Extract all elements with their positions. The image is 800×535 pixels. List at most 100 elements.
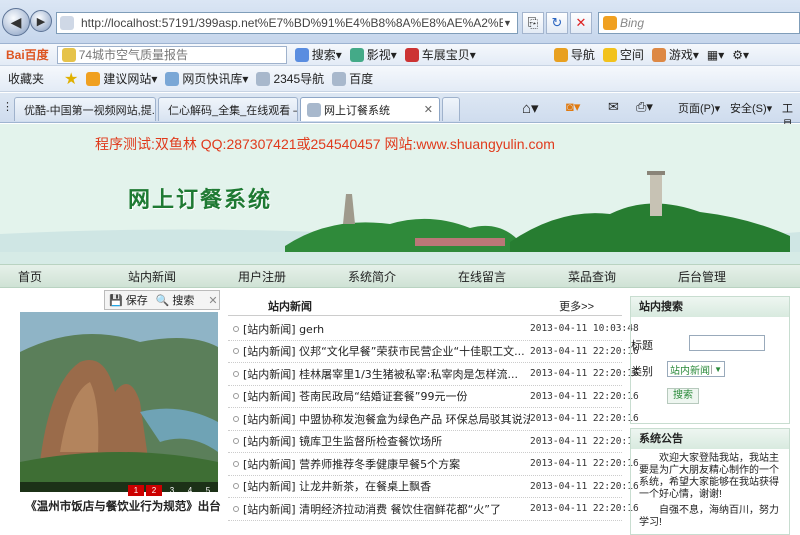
page-menu-label: 页面(P) — [678, 103, 715, 115]
tab-drama[interactable]: 仁心解码_全集_在线观看 –... — [158, 97, 298, 121]
news-row[interactable]: [站内新闻] 桂林屠宰里1/3生猪被私宰:私宰肉是怎样流... 2013-04-1… — [228, 363, 639, 386]
news-row[interactable]: [站内新闻] 镜库卫生监督所检查餐饮场所 2013-04-11 22:20:16 — [228, 431, 639, 453]
save-icon[interactable]: 💾 — [109, 294, 123, 307]
grid-icon[interactable]: ▦▾ — [707, 48, 724, 62]
slide-dot[interactable]: 5 — [200, 485, 216, 496]
floating-toolbar: 💾 保存 🔍 搜索 ✕ — [104, 290, 220, 310]
slideshow-image[interactable] — [20, 312, 218, 492]
news-row[interactable]: [站内新闻] 让龙井新茶，在餐桌上飘香 2013-04-11 22:20:16 — [228, 476, 639, 498]
fav-item-webslice[interactable]: 网页快讯库 ▾ — [165, 70, 248, 87]
game-label: 游戏 — [668, 48, 693, 62]
news-link[interactable]: [站内新闻] gerh — [243, 321, 530, 337]
refresh-icon[interactable]: ↻ — [546, 12, 568, 34]
back-button[interactable]: ◀ — [2, 8, 30, 36]
nav-admin[interactable]: 后台管理 — [660, 268, 770, 285]
site-icon — [86, 71, 101, 86]
tab-list-icon[interactable]: ⋮ — [2, 100, 13, 113]
site-search-panel: 站内搜索 标题 类别 站内新闻 ▼ 搜索 — [630, 296, 790, 424]
address-bar[interactable]: http://localhost:57191/399asp.net%E7%BD%… — [56, 12, 518, 34]
baidu-search-button[interactable]: 搜索 ▾ — [294, 46, 342, 63]
news-link[interactable]: [站内新闻] 清明经济拉动消费 餐饮住宿鲜花都“火”了 — [243, 501, 530, 517]
close-icon[interactable]: ✕ — [208, 294, 217, 307]
nav-news[interactable]: 站内新闻 — [110, 268, 220, 285]
safety-menu[interactable]: 安全(S)▾ — [730, 100, 772, 116]
stop-icon[interactable]: ✕ — [570, 12, 592, 34]
bullet-icon — [233, 393, 239, 400]
new-tab-button[interactable] — [442, 97, 460, 121]
news-list: [站内新闻] gerh 2013-04-11 10:03:48 [站内新闻] 仪邦… — [228, 318, 639, 521]
slide-dot[interactable]: 1 — [128, 485, 144, 496]
news-link[interactable]: [站内新闻] 苍南民政局“结婚证套餐”99元一份 — [243, 388, 530, 404]
nav-label: 导航 — [570, 48, 595, 62]
type-select[interactable]: 站内新闻 ▼ — [667, 361, 725, 377]
chevron-down-icon[interactable]: ▼ — [711, 364, 724, 374]
chevron-down-icon[interactable]: ▼ — [503, 18, 517, 28]
nav-about[interactable]: 系统简介 — [330, 268, 440, 285]
tab-youku[interactable]: 优酷-中国第一视频网站,提... — [14, 97, 156, 121]
rss-icon[interactable]: ◙▾ — [566, 99, 580, 115]
news-link[interactable]: [站内新闻] 仪邦“文化早餐”荣获市民营企业“十佳职工文... — [243, 343, 530, 359]
baidu-search-input[interactable]: 74城市空气质量报告 — [56, 45, 287, 64]
bullet-icon — [233, 505, 239, 512]
star-icon[interactable]: ★ — [64, 69, 78, 89]
fav-item-2345[interactable]: 2345导航 — [256, 70, 324, 87]
news-link[interactable]: [站内新闻] 让龙井新茶，在餐桌上飘香 — [243, 478, 530, 494]
nav-guestbook[interactable]: 在线留言 — [440, 268, 550, 285]
news-link[interactable]: [站内新闻] 营养师推荐冬季健康早餐5个方案 — [243, 456, 530, 472]
site-banner: 程序测试:双鱼林 QQ:287307421或254540457 网站:www.s… — [0, 124, 800, 264]
type-label: 类别 — [631, 366, 653, 378]
news-row[interactable]: [站内新闻] gerh 2013-04-11 10:03:48 — [228, 318, 639, 341]
fav-item-suggest[interactable]: 建议网站 ▾ — [86, 70, 157, 87]
news-link[interactable]: [站内新闻] 镜库卫生监督所检查餐饮场所 — [243, 433, 530, 449]
page-icon — [256, 71, 271, 86]
news-row[interactable]: [站内新闻] 清明经济拉动消费 餐饮住宿鲜花都“火”了 2013-04-11 22… — [228, 498, 639, 521]
car-button[interactable]: 车展宝贝 ▾ — [404, 46, 476, 63]
nav-register[interactable]: 用户注册 — [220, 268, 330, 285]
fav-item-baidu[interactable]: 百度 — [332, 70, 373, 87]
news-more-link[interactable]: 更多>> — [559, 298, 594, 314]
slide-dot[interactable]: 3 — [164, 485, 180, 496]
float-search-button[interactable]: 搜索 — [172, 292, 194, 308]
film-icon — [349, 47, 364, 62]
news-date: 2013-04-11 22:20:16 — [530, 458, 639, 470]
mail-icon[interactable]: ✉ — [608, 99, 619, 115]
nav-home[interactable]: 首页 — [0, 268, 110, 285]
search-box[interactable]: Bing — [598, 12, 800, 34]
save-button[interactable]: 保存 — [126, 292, 148, 308]
search-submit-button[interactable]: 搜索 — [667, 388, 699, 404]
address-input[interactable]: http://localhost:57191/399asp.net%E7%BD%… — [77, 16, 503, 30]
close-icon[interactable]: ✕ — [424, 103, 433, 116]
browser-address-row: ◀ ▶ http://localhost:57191/399asp.net%E7… — [0, 0, 800, 44]
news-header: 站内新闻 更多>> — [228, 294, 622, 316]
forward-button[interactable]: ▶ — [30, 10, 52, 32]
page-menu[interactable]: 页面(P)▾ — [678, 100, 720, 116]
news-link[interactable]: [站内新闻] 桂林屠宰里1/3生猪被私宰:私宰肉是怎样流... — [243, 366, 530, 382]
fav-label: 建议网站 — [103, 72, 152, 86]
game-button[interactable]: 游戏 ▾ — [651, 46, 699, 63]
tab-ordering[interactable]: 网上订餐系统 ✕ — [300, 97, 440, 121]
gear-icon[interactable]: ⚙▾ — [732, 48, 749, 62]
video-button[interactable]: 影视 ▾ — [349, 46, 397, 63]
slide-dot[interactable]: 2 — [146, 485, 162, 496]
nav-dishes[interactable]: 菜品查询 — [550, 268, 660, 285]
nav-button[interactable]: 导航 — [553, 46, 595, 63]
compat-view-icon[interactable]: ⎘ — [522, 12, 544, 34]
slide-dot[interactable]: 4 — [182, 485, 198, 496]
news-title: 站内新闻 — [268, 301, 312, 313]
car-label: 车展宝贝 — [421, 48, 470, 62]
news-row[interactable]: [站内新闻] 仪邦“文化早餐”荣获市民营企业“十佳职工文... 2013-04-1… — [228, 341, 639, 363]
slide-caption[interactable]: 《温州市饭店与餐饮业行为规范》出台 — [18, 498, 228, 514]
space-button[interactable]: 空间 — [602, 46, 644, 63]
home-icon[interactable]: ⌂▾ — [522, 99, 539, 117]
print-icon[interactable]: ⎙▾ — [636, 99, 653, 115]
favorites-label[interactable]: 收藏夹 — [8, 70, 44, 87]
baidu-logo[interactable]: Bai百度 — [6, 46, 49, 63]
news-row[interactable]: [站内新闻] 营养师推荐冬季健康早餐5个方案 2013-04-11 22:20:1… — [228, 453, 639, 476]
news-row[interactable]: [站内新闻] 苍南民政局“结婚证套餐”99元一份 2013-04-11 22:20… — [228, 386, 639, 408]
news-row[interactable]: [站内新闻] 中盟协称发泡餐盒为绿色产品 环保总局驳其说法 2013-04-11 … — [228, 408, 639, 431]
page-icon — [307, 102, 321, 117]
search-icon[interactable]: 🔍 — [156, 294, 170, 307]
title-input[interactable] — [689, 335, 765, 351]
title-label: 标题 — [631, 340, 653, 352]
news-link[interactable]: [站内新闻] 中盟协称发泡餐盒为绿色产品 环保总局驳其说法 — [243, 411, 530, 427]
